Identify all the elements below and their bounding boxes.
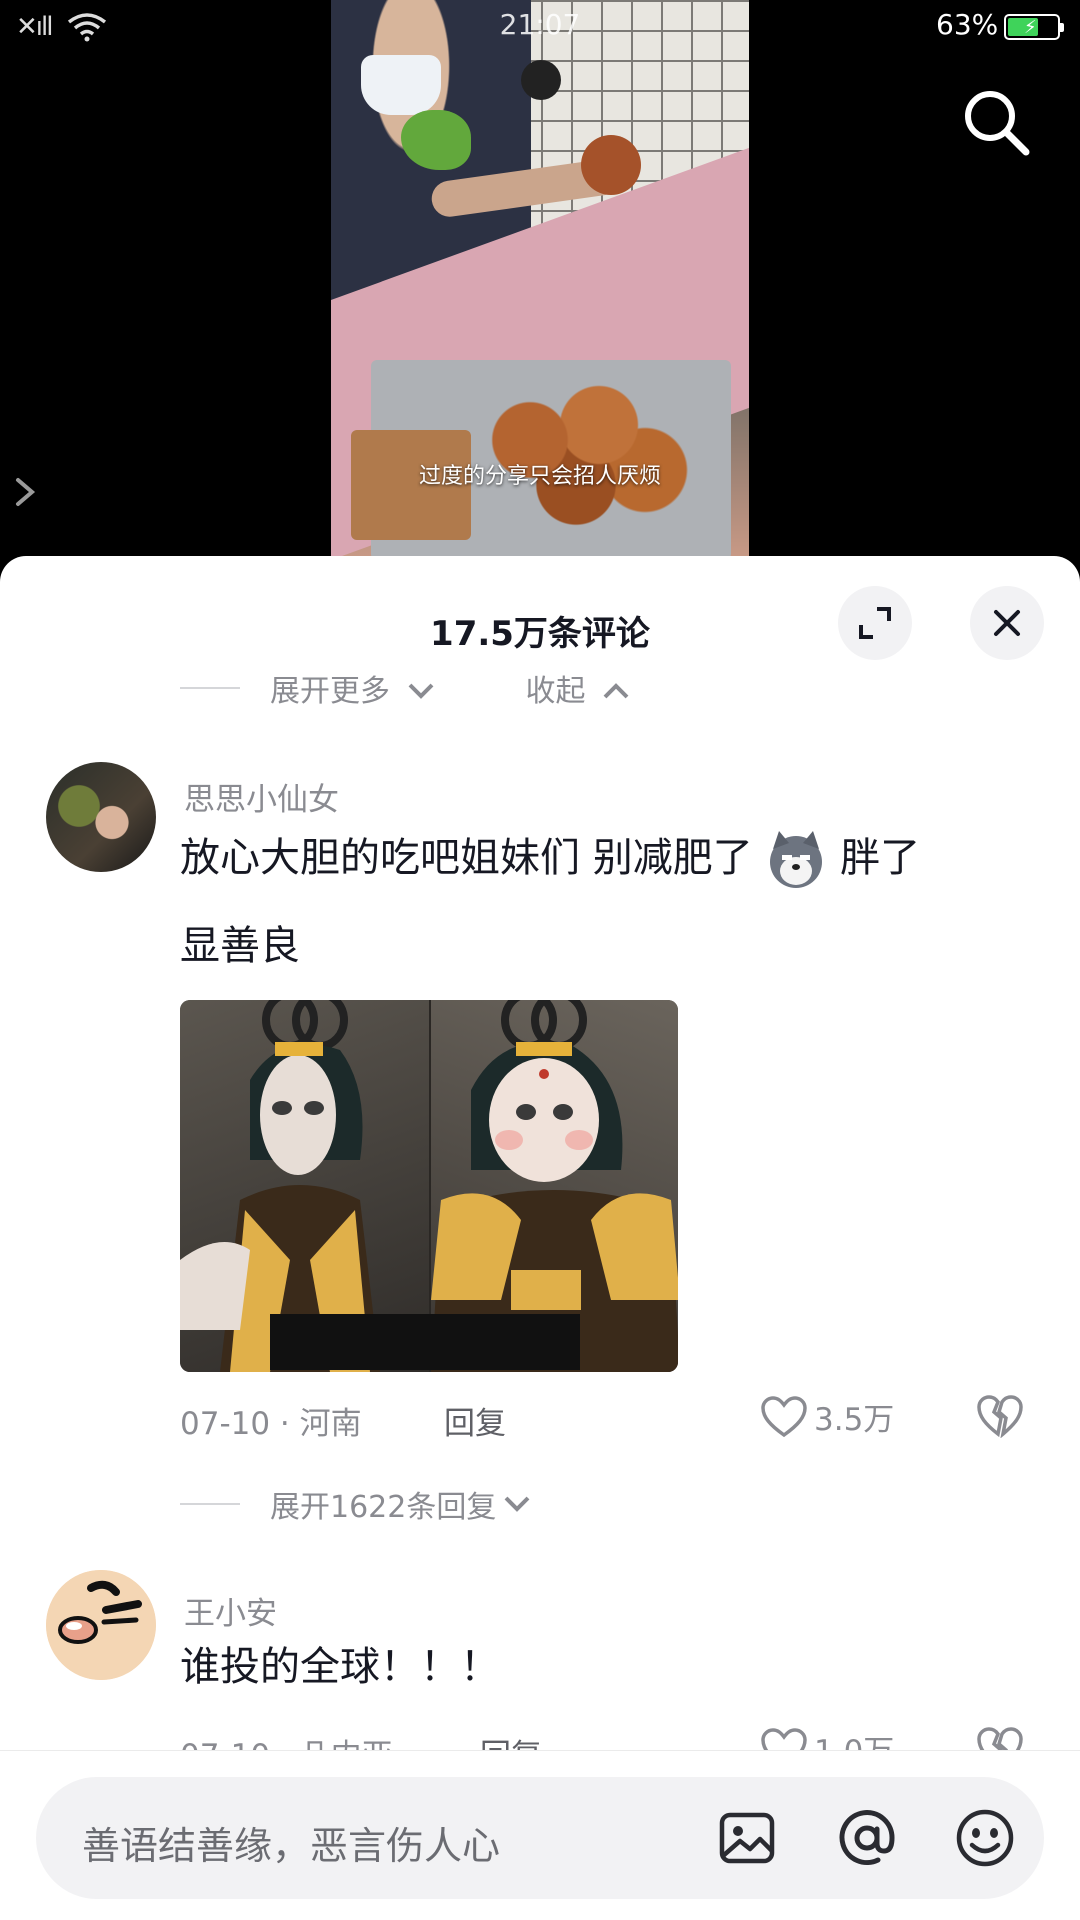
charging-icon: ⚡ bbox=[1024, 17, 1037, 38]
comment-text-part: 胖了 bbox=[840, 835, 921, 881]
husky-emoji-icon bbox=[770, 831, 823, 888]
censor-bar bbox=[270, 1314, 580, 1370]
comment-username[interactable]: 思思小仙女 bbox=[184, 774, 339, 819]
comment-text: 谁投的全球！！！ bbox=[180, 1644, 500, 1690]
expand-sheet-button[interactable] bbox=[838, 586, 912, 660]
video-player[interactable]: 过度的分享只会招人厌烦 ✕ıll 21:07 63% ⚡ bbox=[0, 0, 1080, 570]
broken-heart-icon[interactable] bbox=[976, 1394, 1024, 1438]
comment-text-part: 放心大胆的吃吧姐妹们 别减肥了 bbox=[180, 835, 753, 881]
video-roast-chicken bbox=[581, 135, 641, 195]
video-face-mask bbox=[361, 55, 441, 115]
video-chicken-pile bbox=[461, 380, 691, 530]
at-icon[interactable] bbox=[836, 1807, 898, 1869]
replies-toggle-row: 展开更多 收起 bbox=[180, 666, 631, 710]
comment-text-line: 显善良 bbox=[180, 923, 300, 969]
comment-input[interactable]: 善语结善缘，恶言伤人心 bbox=[36, 1777, 1044, 1899]
expand-more-label: 展开更多 bbox=[270, 674, 390, 709]
comment-input-bar: 善语结善缘，恶言伤人心 bbox=[0, 1750, 1080, 1920]
avatar[interactable] bbox=[46, 762, 156, 872]
expand-replies-label: 展开1622条回复 bbox=[270, 1490, 497, 1525]
avatar[interactable] bbox=[46, 1570, 156, 1680]
divider-dash bbox=[180, 687, 240, 689]
expand-icon bbox=[859, 607, 891, 639]
comment-input-placeholder: 善语结善缘，恶言伤人心 bbox=[82, 1824, 501, 1868]
status-bar: ✕ıll 21:07 63% ⚡ bbox=[0, 0, 1080, 56]
image-icon[interactable] bbox=[716, 1807, 778, 1869]
chevron-right-icon[interactable] bbox=[10, 472, 40, 512]
battery-percent: 63% bbox=[936, 8, 999, 41]
collapse-button[interactable]: 收起 bbox=[526, 666, 632, 710]
heart-icon bbox=[761, 1395, 807, 1437]
divider-dash bbox=[180, 1503, 240, 1505]
collapse-label: 收起 bbox=[525, 674, 586, 709]
comment-count-title: 17.5万条评论 bbox=[430, 614, 650, 654]
comment-image[interactable] bbox=[180, 1000, 678, 1372]
emoji-icon[interactable] bbox=[954, 1807, 1016, 1869]
close-icon bbox=[994, 610, 1020, 636]
comment-text: 放心大胆的吃吧姐妹们 别减肥了 胖了 显善良 bbox=[180, 814, 1020, 990]
chevron-up-icon bbox=[603, 683, 629, 699]
video-subtitle: 过度的分享只会招人厌烦 bbox=[418, 464, 661, 489]
reply-button[interactable]: 回复 bbox=[444, 1398, 506, 1443]
comment-date-location: 07-10 · 河南 bbox=[180, 1406, 362, 1442]
video-glove bbox=[521, 60, 561, 100]
battery-icon: ⚡ bbox=[1004, 14, 1064, 40]
comment-sheet: 17.5万条评论 展开更多 收起 思思小仙女 放心大胆的吃吧姐妹们 别减肥了 胖… bbox=[0, 556, 1080, 1920]
chevron-down-icon bbox=[504, 1496, 530, 1512]
like-button[interactable]: 3.5万 bbox=[760, 1394, 894, 1439]
status-time: 21:07 bbox=[499, 8, 581, 41]
like-count: 3.5万 bbox=[814, 1402, 895, 1438]
chevron-down-icon bbox=[408, 683, 433, 699]
expand-more-button[interactable]: 展开更多 bbox=[270, 666, 436, 710]
search-icon[interactable] bbox=[958, 84, 1034, 160]
close-button[interactable] bbox=[970, 586, 1044, 660]
expand-replies-row[interactable]: 展开1622条回复 bbox=[180, 1482, 532, 1526]
